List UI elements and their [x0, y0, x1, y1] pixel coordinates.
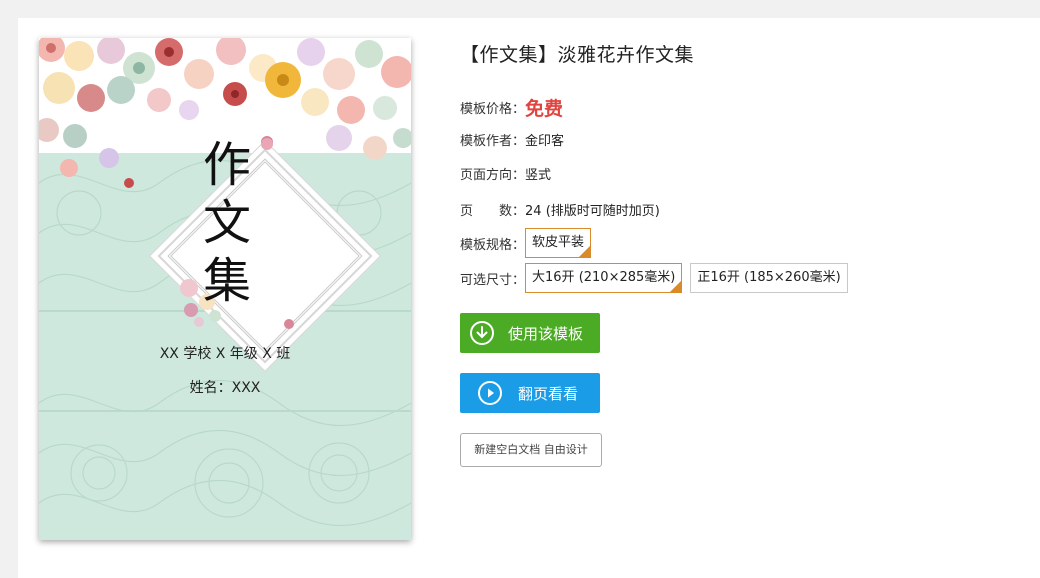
new-blank-doc-button[interactable]: 新建空白文档 自由设计	[460, 433, 602, 467]
spec-option-softcover[interactable]: 软皮平装 ✓	[525, 228, 592, 258]
cover-preview[interactable]: 作 文 集 XX 学校 X 年级 X 班 姓名：XXX	[39, 38, 411, 540]
size-option-label: 正16开 (185×260毫米)	[697, 270, 841, 285]
direction-value: 竖式	[525, 168, 552, 183]
cover-divider-bottom	[39, 410, 411, 412]
author-value: 金印客	[525, 134, 565, 149]
author-label: 模板作者：	[460, 134, 526, 149]
size-row: 可选尺寸： 大16开 (210×285毫米) ✓ 正16开 (185×260毫米…	[460, 263, 856, 293]
cover-title-char: 集	[202, 253, 251, 309]
spec-label: 模板规格：	[460, 237, 526, 253]
pages-label: 页 数：	[460, 204, 526, 219]
cover-school-line: XX 学校 X 年级 X 班	[159, 346, 291, 362]
small-flower-bottom	[284, 319, 294, 329]
size-option-standard16[interactable]: 正16开 (185×260毫米)	[690, 263, 848, 293]
check-corner-icon: ✓	[672, 275, 681, 285]
price-value: 免费	[525, 98, 564, 120]
flip-preview-button[interactable]: 翻页看看	[460, 373, 600, 413]
use-template-button[interactable]: 使用该模板	[460, 313, 600, 353]
pages-value: 24 (排版时可随时加页)	[525, 204, 660, 219]
direction-row: 页面方向： 竖式	[460, 164, 551, 183]
spec-option-label: 软皮平装	[532, 235, 585, 250]
size-option-label: 大16开 (210×285毫米)	[532, 270, 676, 285]
author-row: 模板作者： 金印客	[460, 130, 564, 149]
spec-row: 模板规格： 软皮平装 ✓	[460, 228, 599, 258]
flip-preview-label: 翻页看看	[518, 384, 579, 403]
size-label: 可选尺寸：	[460, 272, 526, 288]
size-option-large16[interactable]: 大16开 (210×285毫米) ✓	[525, 263, 683, 293]
cover-title-char: 作	[202, 137, 251, 193]
pages-row: 页 数： 24 (排版时可随时加页)	[460, 200, 660, 219]
download-circle-icon	[470, 321, 494, 345]
template-title: 【作文集】淡雅花卉作文集	[460, 44, 695, 66]
use-template-label: 使用该模板	[508, 324, 584, 343]
price-row: 模板价格： 免费	[460, 94, 563, 121]
play-circle-icon	[478, 381, 502, 405]
cover-title: 作 文 集	[187, 136, 267, 310]
price-label: 模板价格：	[460, 102, 526, 117]
cover-name-line: 姓名：XXX	[189, 380, 261, 396]
check-corner-icon: ✓	[581, 240, 590, 250]
direction-label: 页面方向：	[460, 168, 526, 183]
cover-title-char: 文	[202, 195, 251, 251]
